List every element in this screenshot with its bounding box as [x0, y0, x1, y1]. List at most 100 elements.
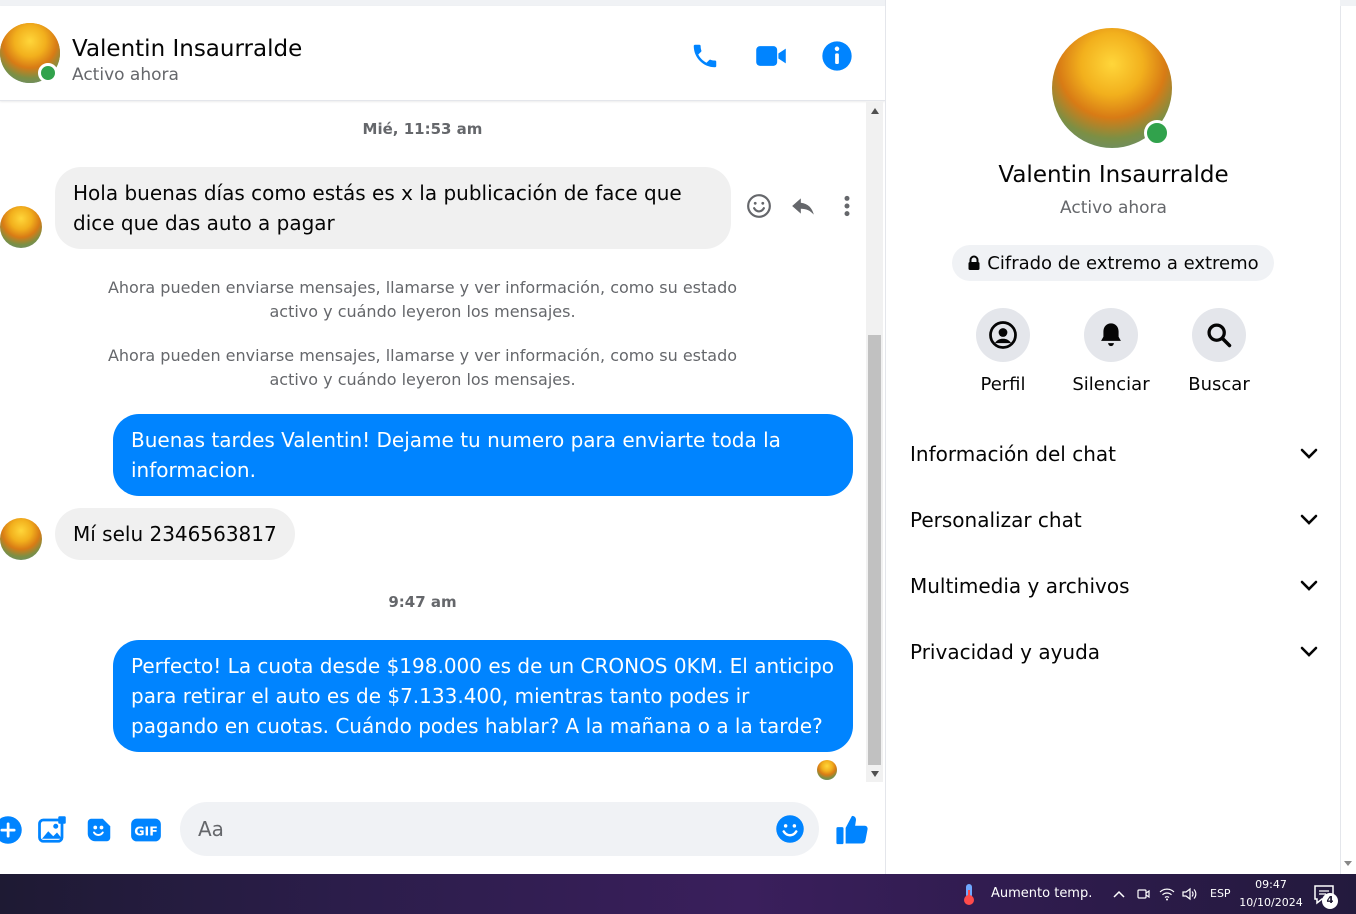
lock-icon — [968, 255, 980, 270]
plus-icon — [0, 816, 22, 844]
chat-header: Valentin Insaurralde Activo ahora — [0, 6, 885, 101]
gif-text: GIF — [134, 824, 158, 839]
mute-action-label: Silenciar — [1072, 374, 1150, 395]
notification-badge: 4 — [1322, 893, 1338, 909]
clock-time[interactable]: 09:47 — [1238, 878, 1304, 891]
message-actions — [743, 190, 863, 222]
message-scrollbar[interactable] — [866, 102, 883, 782]
chevron-down-icon — [1300, 580, 1318, 591]
phone-icon — [693, 44, 717, 68]
image-icon — [38, 816, 66, 843]
emoji-icon — [776, 815, 804, 843]
composer-field[interactable] — [180, 802, 819, 856]
section-label: Personalizar chat — [910, 508, 1082, 532]
search-action-circle — [1192, 308, 1246, 362]
sender-avatar[interactable] — [0, 518, 42, 560]
react-button[interactable] — [743, 190, 775, 222]
section-label: Información del chat — [910, 442, 1116, 466]
incoming-message[interactable]: Mí selu 2346563817 — [55, 508, 295, 560]
message-composer: GIF — [0, 790, 885, 870]
system-note: Ahora pueden enviarse mensajes, llamarse… — [107, 346, 738, 389]
reply-button[interactable] — [787, 190, 819, 222]
tray-expand-button[interactable] — [1110, 885, 1128, 903]
profile-action[interactable]: Perfil — [953, 308, 1053, 395]
weather-label[interactable]: Aumento temp. — [991, 886, 1092, 901]
chevron-down-icon — [1300, 646, 1318, 657]
profile-avatar-large[interactable] — [1052, 28, 1172, 148]
section-chat-info[interactable]: Información del chat — [910, 432, 1318, 476]
triangle-down-icon — [870, 770, 879, 777]
encryption-badge[interactable]: Cifrado de extremo a extremo — [952, 245, 1274, 281]
contact-status: Activo ahora — [72, 65, 179, 85]
seen-indicator-avatar — [817, 760, 837, 780]
triangle-up-icon — [870, 107, 879, 114]
profile-action-label: Perfil — [980, 374, 1026, 395]
reply-icon — [792, 198, 814, 215]
smiley-icon — [747, 194, 771, 218]
scroll-thumb[interactable] — [868, 335, 881, 765]
section-label: Multimedia y archivos — [910, 574, 1130, 598]
outgoing-message[interactable]: Perfecto! La cuota desde $198.000 es de … — [113, 640, 853, 752]
gif-button[interactable]: GIF — [128, 812, 164, 848]
page-scrollbar[interactable] — [1340, 0, 1356, 874]
clock-date[interactable]: 10/10/2024 — [1238, 896, 1304, 909]
attach-image-button[interactable] — [34, 812, 70, 848]
online-indicator — [1144, 120, 1170, 146]
search-action-label: Buscar — [1188, 374, 1250, 395]
incoming-message[interactable]: Hola buenas días como estás es x la publ… — [55, 167, 731, 249]
tray-network-button[interactable] — [1158, 885, 1176, 903]
wifi-icon — [1159, 888, 1175, 901]
profile-status: Activo ahora — [1060, 198, 1167, 218]
timestamp: Mié, 11:53 am — [362, 120, 483, 138]
gif-icon: GIF — [131, 818, 161, 842]
language-indicator[interactable]: ESP — [1210, 887, 1231, 900]
more-button[interactable] — [831, 190, 863, 222]
search-action[interactable]: Buscar — [1169, 308, 1269, 395]
section-label: Privacidad y ayuda — [910, 640, 1101, 664]
more-actions-button[interactable] — [0, 812, 26, 848]
page-scrollbar-top — [1340, 0, 1356, 6]
message-list[interactable]: Mié, 11:53 am Hola buenas días como está… — [0, 102, 866, 782]
chat-pane: Valentin Insaurralde Activo ahora Mié, 1… — [0, 0, 885, 874]
timestamp: 9:47 am — [388, 593, 457, 611]
video-camera-icon — [756, 46, 786, 66]
tray-meet-button[interactable] — [1134, 885, 1152, 903]
info-button[interactable] — [819, 38, 855, 74]
encryption-label: Cifrado de extremo a extremo — [987, 252, 1259, 274]
section-media-files[interactable]: Multimedia y archivos — [910, 564, 1318, 608]
section-customize-chat[interactable]: Personalizar chat — [910, 498, 1318, 542]
profile-icon — [989, 321, 1017, 349]
search-icon — [1207, 323, 1232, 348]
online-indicator — [38, 63, 58, 83]
bell-icon — [1101, 323, 1121, 347]
contact-avatar[interactable] — [0, 23, 60, 83]
chat-details-pane: Valentin Insaurralde Activo ahora Cifrad… — [885, 0, 1340, 874]
mute-action-circle — [1084, 308, 1138, 362]
mute-action[interactable]: Silenciar — [1061, 308, 1161, 395]
profile-action-circle — [976, 308, 1030, 362]
call-button[interactable] — [687, 38, 723, 74]
scroll-down-arrow[interactable] — [866, 765, 883, 782]
messenger-window: Valentin Insaurralde Activo ahora Mié, 1… — [0, 0, 1356, 914]
triangle-down-icon[interactable] — [1343, 858, 1353, 868]
video-call-button[interactable] — [753, 38, 789, 74]
message-input[interactable] — [198, 802, 758, 856]
scroll-up-arrow[interactable] — [866, 102, 883, 119]
emoji-button[interactable] — [774, 813, 806, 845]
chevron-down-icon — [1300, 514, 1318, 525]
thermometer-icon[interactable] — [959, 882, 979, 906]
system-note: Ahora pueden enviarse mensajes, llamarse… — [107, 278, 738, 321]
like-icon — [836, 815, 868, 845]
outgoing-message[interactable]: Buenas tardes Valentin! Dejame tu numero… — [113, 414, 853, 496]
tray-volume-button[interactable] — [1181, 885, 1199, 903]
camera-tray-icon — [1137, 889, 1150, 899]
like-button[interactable] — [832, 810, 872, 850]
section-privacy-help[interactable]: Privacidad y ayuda — [910, 630, 1318, 674]
more-icon — [844, 195, 850, 217]
info-icon — [822, 41, 852, 71]
profile-name: Valentin Insaurralde — [998, 162, 1229, 188]
contact-name[interactable]: Valentin Insaurralde — [72, 36, 302, 62]
sticker-icon — [87, 818, 111, 842]
sticker-button[interactable] — [81, 812, 117, 848]
sender-avatar[interactable] — [0, 206, 42, 248]
